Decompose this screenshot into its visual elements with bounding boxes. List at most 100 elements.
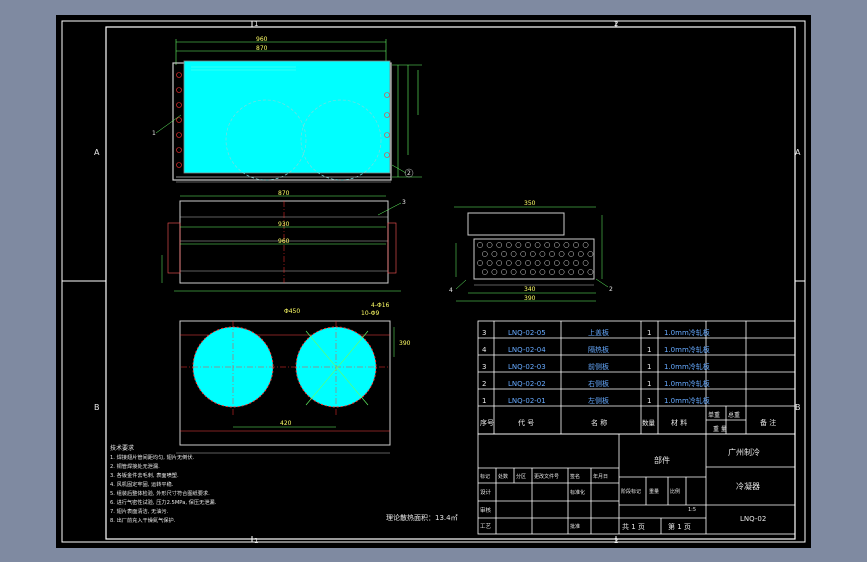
bom-cell-code: LNQ-02-03 <box>508 363 546 371</box>
bom-h-code: 代 号 <box>518 418 534 427</box>
bom-cell-material: 1.0mm冷轧板 <box>664 396 710 405</box>
dim-fan-dia: Φ450 <box>284 308 300 315</box>
tube-circle <box>563 242 570 248</box>
tube-circle <box>525 260 531 266</box>
bom-h-total: 总重 <box>728 411 740 419</box>
tb-company: 广州制冷 <box>728 447 760 457</box>
tube-circle <box>510 251 517 257</box>
bom-rows: 3 LNQ-02-05 上盖板 1 1.0mm冷轧板 4 LNQ-02-04 隔热板 1 1.0m… <box>482 328 710 405</box>
balloon-2b: 2 <box>609 286 613 293</box>
dim-d2: 4-Φ16 <box>371 302 390 309</box>
tech-req-3: 3. 各钣金件去毛刺, 表面喷塑. <box>110 471 179 479</box>
tube-circle <box>558 269 565 275</box>
grid-col-2-bottom: 2 <box>614 537 618 545</box>
tube-circle <box>481 251 488 257</box>
bom-cell-code: LNQ-02-05 <box>508 329 546 337</box>
bom-h-single: 单重 <box>708 411 720 419</box>
bom-cell-no: 3 <box>482 363 486 371</box>
tb-weight: 重量 <box>649 488 659 495</box>
dim-end-w3: 390 <box>524 295 536 302</box>
tube-circle <box>486 260 493 266</box>
grid-col-1-bottom: 1 <box>254 537 258 545</box>
tube-circle <box>582 242 589 248</box>
grid-row-a: A <box>94 148 100 157</box>
bom-cell-no: 1 <box>482 397 486 405</box>
tb-sign-4: 更改文件号 <box>534 473 559 480</box>
balloon-2: 2 <box>407 170 411 177</box>
dim-end-w1: 350 <box>524 200 536 207</box>
tb-sign-2: 处数 <box>498 473 508 480</box>
bom-cell-material: 1.0mm冷轧板 <box>664 345 710 354</box>
grid-row-b: B <box>94 403 100 412</box>
tube-circle <box>496 242 503 248</box>
bom-cell-name: 隔热板 <box>588 345 609 354</box>
bom-cell-material: 1.0mm冷轧板 <box>664 328 710 337</box>
tube-circle <box>501 251 507 257</box>
dim-side-w3: 960 <box>278 238 290 245</box>
tube-circle <box>587 269 594 275</box>
bom-h-name: 名 称 <box>591 418 607 427</box>
tube-circle <box>563 260 570 266</box>
bom-cell-qty: 1 <box>647 380 651 388</box>
tube-circle <box>477 260 483 266</box>
side-view: 870 930 960 3 <box>161 190 406 292</box>
bom-h-no: 序号 <box>480 418 494 427</box>
dim-side-w2: 930 <box>278 221 290 228</box>
tube-circle <box>505 260 512 266</box>
tube-circle <box>520 251 527 257</box>
bom-cell-no: 3 <box>482 329 486 337</box>
tube-circle <box>491 251 498 257</box>
tech-req-8: 8. 出厂前充入干燥氮气保护. <box>110 516 176 524</box>
tube-circle <box>558 251 565 257</box>
balloon-4: 4 <box>449 287 453 294</box>
bom-cell-material: 1.0mm冷轧板 <box>664 379 710 388</box>
tb-sign-6: 年月日 <box>593 473 608 480</box>
bom-cell-name: 左侧板 <box>588 396 609 405</box>
drawing-sheet: 1 2 1 2 A B A B 960 870 1 2 870 930 960 … <box>56 15 811 548</box>
tb-sign-3: 分区 <box>516 473 526 480</box>
dim-top-w2: 870 <box>256 45 268 52</box>
grid-col-2: 2 <box>614 20 618 28</box>
tube-circle <box>510 269 517 275</box>
tb-role-design: 设计 <box>480 488 492 496</box>
dim-front-h: 390 <box>399 340 411 347</box>
tech-req-2: 2. 铜管焊接处无泄漏. <box>110 462 160 470</box>
tube-circle <box>520 269 527 275</box>
tube-circle <box>539 251 546 257</box>
tb-scale-val: 1:5 <box>688 507 696 513</box>
area-note: 理论散热面积：13.4㎡ <box>386 513 458 522</box>
tech-requirements: 技术要求 1. 焊接翅片管间距均匀, 翅片无倒伏. 2. 铜管焊接处无泄漏. 3… <box>110 444 217 524</box>
tube-circle <box>544 242 551 248</box>
dim-side-w1: 870 <box>278 190 290 197</box>
tube-circle <box>539 269 546 275</box>
tube-circle <box>577 251 584 257</box>
tube-circle <box>553 242 560 248</box>
tb-sheet: 第 1 页 <box>668 522 691 531</box>
tube-circle <box>553 260 560 266</box>
grid-row-a-right: A <box>795 148 801 157</box>
dim-top-w1: 960 <box>256 36 268 43</box>
bom-cell-qty: 1 <box>647 397 651 405</box>
tube-circle <box>573 242 579 248</box>
tube-circle <box>505 242 512 248</box>
balloon-3: 3 <box>402 199 406 206</box>
bom-cell-no: 4 <box>482 346 487 354</box>
end-view: 350 340 390 4 2 <box>449 200 613 302</box>
tech-req-6: 6. 进行气密性试验, 压力2.5MPa, 保压无泄漏. <box>110 498 217 506</box>
dim-d1: 10-Φ9 <box>361 310 380 317</box>
tb-sheets: 共 1 页 <box>622 522 645 531</box>
dim-end-w2: 340 <box>524 286 536 293</box>
tube-circle <box>501 269 507 275</box>
bom-cell-code: LNQ-02-02 <box>508 380 546 388</box>
bom-h-weight: 重 量 <box>713 425 727 433</box>
tech-req-1: 1. 焊接翅片管间距均匀, 翅片无倒伏. <box>110 453 195 461</box>
bom-cell-name: 右侧板 <box>588 379 609 388</box>
bom-table <box>477 320 796 435</box>
tube-circle <box>491 269 498 275</box>
cad-viewport: 1 2 1 2 A B A B 960 870 1 2 870 930 960 … <box>0 0 867 562</box>
bom-cell-name: 上盖板 <box>588 328 609 337</box>
balloon-1: 1 <box>152 130 156 137</box>
tube-circle <box>549 251 555 257</box>
tube-circle <box>529 251 536 257</box>
tube-circle <box>515 242 522 248</box>
